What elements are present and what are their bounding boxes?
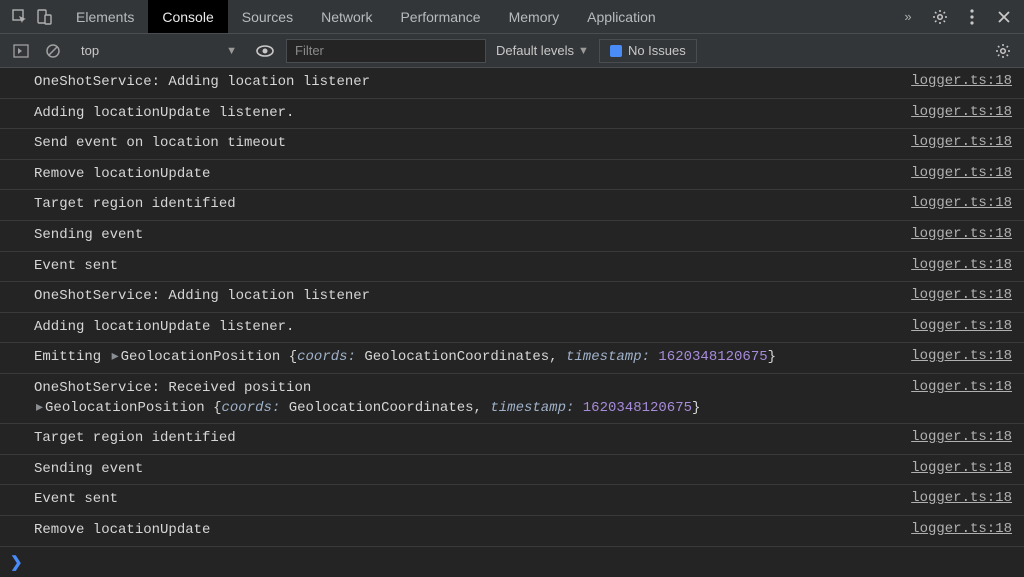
execution-context-selector[interactable]: top ▼	[74, 39, 244, 63]
log-source-link[interactable]: logger.ts:18	[901, 521, 1012, 537]
log-source-link[interactable]: logger.ts:18	[901, 195, 1012, 211]
log-message: Event sent	[34, 490, 901, 510]
log-message: Emitting ▸GeolocationPosition {coords: G…	[34, 348, 901, 368]
more-tabs-icon[interactable]: »	[896, 5, 920, 29]
issues-button[interactable]: No Issues	[599, 39, 697, 63]
log-source-link[interactable]: logger.ts:18	[901, 104, 1012, 120]
log-message: Adding locationUpdate listener.	[34, 104, 901, 124]
tab-application[interactable]: Application	[573, 0, 670, 33]
log-row: Target region identifiedlogger.ts:18	[0, 424, 1024, 455]
clear-console-icon[interactable]	[42, 40, 64, 62]
log-message: Send event on location timeout	[34, 134, 901, 154]
panel-tabs: ElementsConsoleSourcesNetworkPerformance…	[62, 0, 896, 33]
log-row: OneShotService: Adding location listener…	[0, 282, 1024, 313]
levels-label: Default levels	[496, 43, 574, 58]
chevron-down-icon: ▼	[226, 45, 237, 57]
log-source-link[interactable]: logger.ts:18	[901, 429, 1012, 445]
inspect-element-icon[interactable]	[8, 5, 32, 29]
log-source-link[interactable]: logger.ts:18	[901, 287, 1012, 303]
chevron-down-icon: ▼	[578, 45, 589, 57]
context-label: top	[81, 43, 99, 58]
log-row: Sending eventlogger.ts:18	[0, 455, 1024, 486]
kebab-menu-icon[interactable]	[960, 5, 984, 29]
log-message: OneShotService: Adding location listener	[34, 287, 901, 307]
console-toolbar: top ▼ Default levels ▼ No Issues	[0, 34, 1024, 68]
log-row: Remove locationUpdatelogger.ts:18	[0, 160, 1024, 191]
tab-sources[interactable]: Sources	[228, 0, 307, 33]
log-row: Event sentlogger.ts:18	[0, 252, 1024, 283]
log-source-link[interactable]: logger.ts:18	[901, 165, 1012, 181]
log-message: Sending event	[34, 226, 901, 246]
log-row: Remove locationUpdatelogger.ts:18	[0, 516, 1024, 547]
tab-memory[interactable]: Memory	[495, 0, 574, 33]
log-row: OneShotService: Received position▸Geoloc…	[0, 374, 1024, 424]
filter-input[interactable]	[286, 39, 486, 63]
log-source-link[interactable]: logger.ts:18	[901, 348, 1012, 364]
log-row: Sending eventlogger.ts:18	[0, 221, 1024, 252]
toggle-sidebar-icon[interactable]	[10, 40, 32, 62]
log-row: Send event on location timeoutlogger.ts:…	[0, 129, 1024, 160]
log-source-link[interactable]: logger.ts:18	[901, 134, 1012, 150]
log-source-link[interactable]: logger.ts:18	[901, 257, 1012, 273]
close-icon[interactable]	[992, 5, 1016, 29]
log-row: Event sentlogger.ts:18	[0, 485, 1024, 516]
log-source-link[interactable]: logger.ts:18	[901, 379, 1012, 395]
log-row: Adding locationUpdate listener.logger.ts…	[0, 313, 1024, 344]
log-source-link[interactable]: logger.ts:18	[901, 73, 1012, 89]
log-message: OneShotService: Received position▸Geoloc…	[34, 379, 901, 418]
log-source-link[interactable]: logger.ts:18	[901, 460, 1012, 476]
log-message: Sending event	[34, 460, 901, 480]
log-message: Remove locationUpdate	[34, 165, 901, 185]
tab-bar: ElementsConsoleSourcesNetworkPerformance…	[0, 0, 1024, 34]
issues-icon	[610, 45, 622, 57]
log-source-link[interactable]: logger.ts:18	[901, 490, 1012, 506]
log-message: OneShotService: Adding location listener	[34, 73, 901, 93]
live-expression-icon[interactable]	[254, 40, 276, 62]
log-message: Remove locationUpdate	[34, 521, 901, 541]
tab-elements[interactable]: Elements	[62, 0, 148, 33]
device-toolbar-icon[interactable]	[32, 5, 56, 29]
console-log-area: OneShotService: Adding location listener…	[0, 68, 1024, 547]
log-message: Target region identified	[34, 429, 901, 449]
log-levels-selector[interactable]: Default levels ▼	[496, 43, 589, 58]
log-source-link[interactable]: logger.ts:18	[901, 226, 1012, 242]
issues-label: No Issues	[628, 43, 686, 58]
log-row: Target region identifiedlogger.ts:18	[0, 190, 1024, 221]
log-message: Adding locationUpdate listener.	[34, 318, 901, 338]
log-row: Adding locationUpdate listener.logger.ts…	[0, 99, 1024, 130]
log-message: Target region identified	[34, 195, 901, 215]
tab-console[interactable]: Console	[148, 0, 227, 33]
console-prompt[interactable]: ❯	[0, 547, 1024, 577]
settings-icon[interactable]	[928, 5, 952, 29]
log-row: OneShotService: Adding location listener…	[0, 68, 1024, 99]
log-source-link[interactable]: logger.ts:18	[901, 318, 1012, 334]
console-settings-icon[interactable]	[992, 40, 1014, 62]
log-row: Emitting ▸GeolocationPosition {coords: G…	[0, 343, 1024, 374]
tab-performance[interactable]: Performance	[386, 0, 494, 33]
tab-network[interactable]: Network	[307, 0, 386, 33]
log-message: Event sent	[34, 257, 901, 277]
